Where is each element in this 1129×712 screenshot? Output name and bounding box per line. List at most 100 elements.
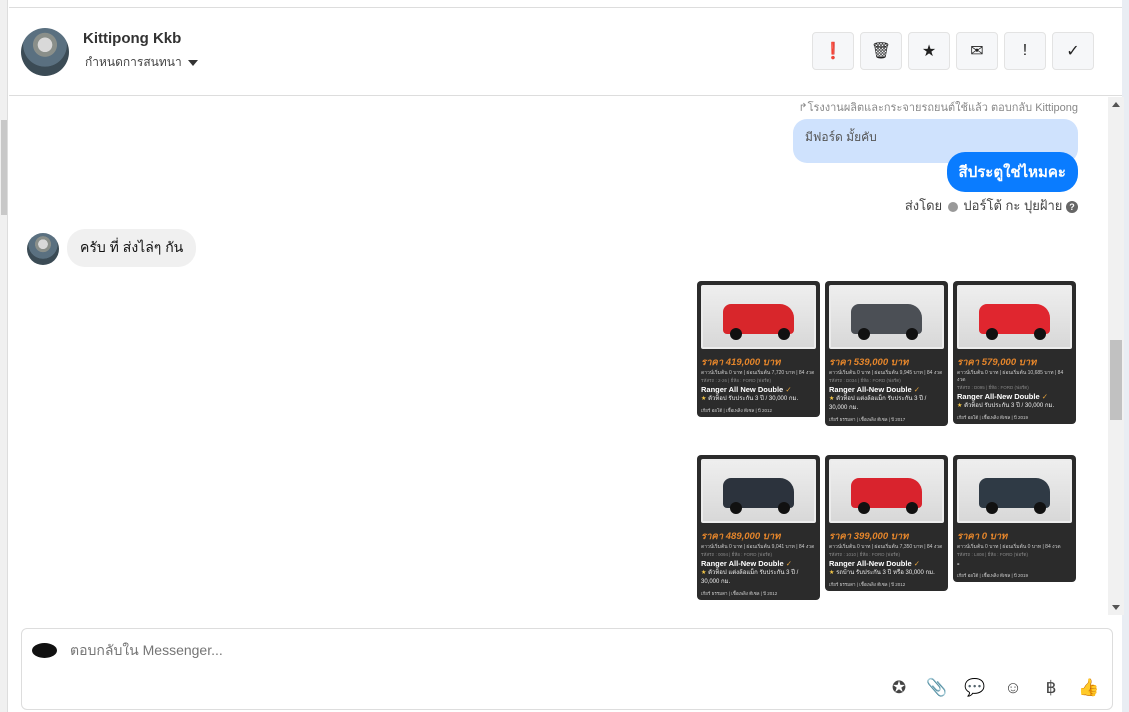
car-photo	[957, 459, 1072, 523]
car-desc: ★ ตัวท็อป แต่งล้อแม็ก รับประกัน 3 ปี / 3…	[701, 570, 799, 585]
star-icon: ★	[701, 570, 707, 576]
alert-circle-icon: ❗	[823, 43, 843, 60]
car-footer: เกียร์ ออโต้ | เชื้อเพลิง ดีเซล | ปี 201…	[957, 573, 1029, 578]
reply-input[interactable]	[70, 642, 770, 658]
car-desc: ★ ตัวท็อป แต่งล้อแม็ก รับประกัน 3 ปี / 3…	[829, 396, 927, 411]
car-price: ราคา 399,000 บาท	[829, 531, 909, 542]
car-footer: เกียร์ ธรรมดา | เชื้อเพลิง ดีเซล | ปี 20…	[829, 582, 906, 587]
car-price: ราคา 0 บาท	[957, 531, 1008, 542]
car-listing-card[interactable]: ราคา 0 บาท ดาวน์เริ่มต้น 0 บาท | ผ่อนเริ…	[953, 455, 1076, 582]
car-desc: ★ ตัวท็อป รับประกัน 3 ปี / 30,000 กม.	[701, 396, 799, 402]
car-listing-card[interactable]: ราคา 399,000 บาท ดาวน์เริ่มต้น 0 บาท | ผ…	[825, 455, 948, 591]
agent-avatar-icon	[947, 201, 958, 212]
help-icon[interactable]: ?	[1066, 200, 1078, 213]
star-icon: ★	[957, 403, 963, 409]
car-title: Ranger All-New Double ✓	[701, 559, 793, 568]
car-footer: เกียร์ ธรรมดา | เชื้อเพลิง ดีเซล | ปี 20…	[829, 417, 906, 422]
car-footer: เกียร์ ออโต้ | เชื้อเพลิง ดีเซล | ปี 201…	[701, 408, 773, 413]
envelope-icon: ✉	[970, 43, 984, 60]
attachment-icon[interactable]: 📎	[926, 677, 948, 699]
their-message-bubble[interactable]: ครับ ที่ ส่งไล่ๆ กัน	[67, 229, 197, 267]
car-listing-card[interactable]: ราคา 489,000 บาท ดาวน์เริ่มต้น 0 บาท | ผ…	[697, 455, 820, 600]
car-tag: รหัสรถ : D095 | ยี่ห้อ : FORD (ฟอร์ด)	[957, 385, 1029, 390]
car-price: ราคา 489,000 บาท	[701, 531, 781, 542]
car-finance: ดาวน์เริ่มต้น 0 บาท | ผ่อนเริ่มต้น 7,350…	[829, 544, 943, 550]
car-price: ราคา 579,000 บาท	[957, 357, 1037, 368]
trash-icon: 🗑	[870, 43, 892, 60]
sent-by: ส่งโดย ปอร์โต้ กะ ปุยฝ้าย ?	[905, 195, 1078, 216]
car-title: Ranger All-New Double ✓	[829, 385, 921, 394]
car-photo	[701, 459, 816, 523]
car-desc: ★ รถบ้าน รับประกัน 3 ปี หรือ 30,000 กม.	[829, 570, 935, 576]
sender-avatar[interactable]	[27, 233, 59, 265]
car-tag: รหัสรถ : 2-26 | ยี่ห้อ : FORD (ฟอร์ด)	[701, 378, 771, 383]
car-finance: ดาวน์เริ่มต้น 0 บาท | ผ่อนเริ่มต้น 10,68…	[957, 370, 1064, 383]
car-title: Ranger All-New Double ✓	[957, 392, 1049, 401]
thumbs-up-icon[interactable]: 👍	[1078, 677, 1100, 699]
check-icon: ✓	[1066, 43, 1080, 60]
star-icon: ★	[829, 570, 835, 576]
composer-tools: ✪ 📎 💬 ☺ ฿ 👍	[888, 677, 1100, 699]
caret-down-icon	[187, 59, 198, 66]
header-actions: ❗ 🗑 ★ ✉! ✓	[812, 32, 1094, 70]
my-message-bubble[interactable]: สีประตูใช่ไหมคะ	[946, 152, 1078, 192]
verified-icon: ✓	[785, 559, 793, 568]
car-tag: รหัสรถ : D034 | ยี่ห้อ : FORD (ฟอร์ด)	[829, 378, 901, 383]
star-icon: ★	[701, 396, 707, 402]
sent-by-name: ปอร์โต้ กะ ปุยฝ้าย	[963, 198, 1063, 213]
page-logo	[32, 643, 57, 658]
emoji-icon[interactable]: ☺	[1002, 677, 1024, 699]
car-desc: ★ ตัวท็อป รับประกัน 3 ปี / 30,000 กม.	[957, 403, 1055, 409]
left-scrollbar[interactable]	[0, 0, 8, 712]
car-tag: รหัสรถ : 1010 | ยี่ห้อ : FORD (ฟอร์ด)	[829, 552, 900, 557]
car-listing-card[interactable]: ราคา 579,000 บาท ดาวน์เริ่มต้น 0 บาท | ผ…	[953, 281, 1076, 424]
car-title: Ranger All-New Double ✓	[829, 559, 921, 568]
exclamation-button[interactable]: !	[1004, 32, 1046, 70]
car-tag: รหัสรถ : L808 | ยี่ห้อ : FORD (ฟอร์ด)	[957, 552, 1028, 557]
chat-scrollbar[interactable]	[1108, 97, 1124, 615]
car-listing-card[interactable]: ราคา 539,000 บาท ดาวน์เริ่มต้น 0 บาท | ผ…	[825, 281, 948, 426]
car-finance: ดาวน์เริ่มต้น 0 บาท | ผ่อนเริ่มต้น 0 บาท…	[957, 544, 1061, 550]
sent-by-label: ส่งโดย	[904, 198, 943, 213]
reply-composer: ✪ 📎 💬 ☺ ฿ 👍	[21, 628, 1113, 710]
message-thread: ↱โรงงานผลิตและกระจายรถยนต์ใช้แล้ว ตอบกลั…	[9, 97, 1108, 615]
reply-info: ↱โรงงานผลิตและกระจายรถยนต์ใช้แล้ว ตอบกลั…	[798, 102, 1078, 114]
car-price: ราคา 539,000 บาท	[829, 357, 909, 368]
star-button[interactable]: ★	[908, 32, 950, 70]
car-photo	[701, 285, 816, 349]
car-listing-card[interactable]: ราคา 419,000 บาท ดาวน์เริ่มต้น 0 บาท | ผ…	[697, 281, 820, 417]
scroll-down-icon[interactable]	[1112, 605, 1120, 610]
verified-icon: ✓	[785, 385, 792, 394]
scroll-thumb[interactable]	[1, 120, 7, 215]
scroll-up-icon[interactable]	[1112, 102, 1120, 107]
car-finance: ดาวน์เริ่มต้น 0 บาท | ผ่อนเริ่มต้น 7,720…	[701, 370, 815, 376]
conversation-header: Kittipong Kkb กำหนดการสนทนา ❗ 🗑 ★ ✉! ✓	[9, 7, 1122, 96]
car-title: Ranger All New Double ✓	[701, 385, 792, 394]
exclamation-icon: !	[1022, 42, 1028, 59]
car-footer: เกียร์ ธรรมดา | เชื้อเพลิง ดีเซล | ปี 20…	[701, 591, 778, 596]
chat-bubble-icon[interactable]: 💬	[964, 677, 986, 699]
car-price: ราคา 419,000 บาท	[701, 357, 781, 368]
assign-conversation-dropdown[interactable]: กำหนดการสนทนา	[85, 53, 198, 72]
car-tag: รหัสรถ : 0094 | ยี่ห้อ : FORD (ฟอร์ด)	[701, 552, 772, 557]
star-icon: ★	[921, 43, 937, 60]
verified-icon: ✓	[913, 385, 921, 394]
verified-icon: ✓	[913, 559, 921, 568]
envelope-button[interactable]: ✉	[956, 32, 998, 70]
saved-reply-icon[interactable]: ✪	[888, 677, 910, 699]
car-title: -	[957, 559, 960, 568]
verified-icon: ✓	[1041, 392, 1049, 401]
contact-name[interactable]: Kittipong Kkb	[83, 30, 181, 47]
avatar[interactable]	[21, 28, 69, 76]
star-icon: ★	[829, 396, 835, 402]
alert-circle-button[interactable]: ❗	[812, 32, 854, 70]
scroll-thumb[interactable]	[1110, 340, 1122, 420]
car-finance: ดาวน์เริ่มต้น 0 บาท | ผ่อนเริ่มต้น 9,945…	[829, 370, 943, 376]
trash-button[interactable]: 🗑	[860, 32, 902, 70]
car-finance: ดาวน์เริ่มต้น 0 บาท | ผ่อนเริ่มต้น 9,041…	[701, 544, 815, 550]
car-footer: เกียร์ ออโต้ | เชื้อเพลิง ดีเซล | ปี 201…	[957, 415, 1029, 420]
baht-icon[interactable]: ฿	[1040, 677, 1062, 699]
car-photo	[957, 285, 1072, 349]
assign-label: กำหนดการสนทนา	[85, 55, 182, 69]
check-button[interactable]: ✓	[1052, 32, 1094, 70]
